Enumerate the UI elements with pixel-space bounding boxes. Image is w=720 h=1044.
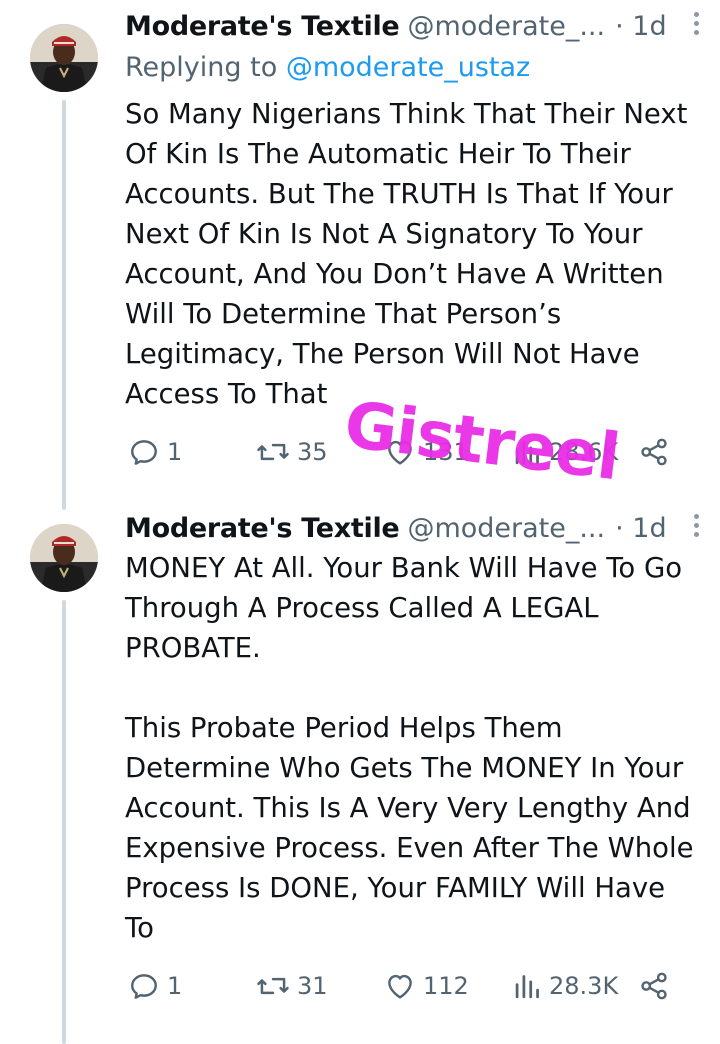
replying-mention[interactable]: @moderate_ustaz (286, 52, 530, 83)
reply-button[interactable]: 1 (127, 966, 182, 1006)
share-button[interactable] (637, 966, 671, 1006)
repost-icon (257, 977, 289, 995)
timestamp[interactable]: · 1d (615, 513, 666, 544)
like-button[interactable]: 112 (383, 966, 469, 1006)
views-icon (515, 975, 539, 999)
avatar-image (30, 524, 98, 592)
more-icon[interactable] (686, 12, 706, 40)
repost-count: 31 (297, 972, 328, 1000)
tweet-actions: 1 31 112 28.3K (125, 966, 685, 1006)
avatar[interactable] (30, 524, 98, 592)
views-button[interactable]: 28.3K (513, 966, 618, 1006)
like-count: 112 (423, 972, 469, 1000)
author-name[interactable]: Moderate's Textile (125, 513, 400, 544)
avatar[interactable] (30, 24, 98, 92)
reply-count: 1 (167, 972, 183, 1000)
replying-to: Replying to @moderate_ustaz (125, 52, 530, 83)
like-icon (388, 974, 412, 999)
author-name[interactable]: Moderate's Textile (125, 11, 400, 42)
avatar-image (30, 24, 98, 92)
author-handle[interactable]: @moderate_... (407, 11, 605, 42)
repost-icon (257, 443, 289, 461)
more-icon[interactable] (686, 514, 706, 542)
author-handle[interactable]: @moderate_... (407, 513, 605, 544)
reply-icon (131, 440, 157, 465)
tweet-text: So Many Nigerians Think That Their Next … (125, 98, 688, 410)
reply-button[interactable]: 1 (127, 432, 182, 472)
timestamp[interactable]: · 1d (615, 11, 666, 42)
reply-icon (131, 974, 157, 999)
tweet[interactable]: Moderate's Textile @moderate_... · 1d MO… (0, 500, 720, 1044)
repost-count: 35 (297, 438, 328, 466)
tweet-text: MONEY At All. Your Bank Will Have To Go … (125, 552, 694, 944)
replying-prefix: Replying to (125, 52, 286, 83)
views-count: 28.3K (549, 972, 619, 1000)
repost-button[interactable]: 31 (255, 966, 328, 1006)
share-icon (641, 972, 667, 1000)
share-icon (641, 438, 667, 466)
share-button[interactable] (637, 432, 671, 472)
repost-button[interactable]: 35 (255, 432, 328, 472)
reply-count: 1 (167, 438, 183, 466)
